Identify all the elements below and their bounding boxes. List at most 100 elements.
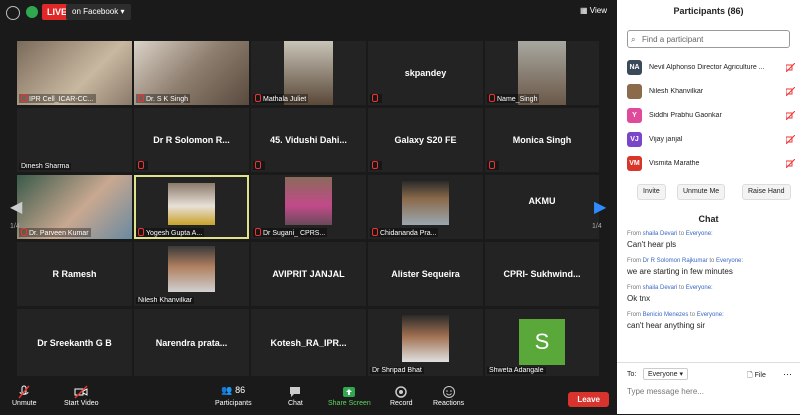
view-label: View (589, 6, 607, 15)
video-tile[interactable]: Mathala Juliet (251, 41, 366, 105)
video-off-icon (74, 385, 88, 399)
participant-search-input[interactable]: ⌕ Find a participant (627, 30, 790, 48)
participant-name: Mathala Juliet (253, 94, 309, 103)
chat-button[interactable]: Chat (288, 385, 303, 407)
file-button[interactable]: 🗋 File (747, 371, 766, 382)
top-bar: LIVE on Facebook ▾ ▦ View (0, 0, 617, 24)
participant-mute-indicator (370, 94, 382, 103)
video-tile[interactable]: Monica Singh (485, 108, 599, 172)
avatar (627, 84, 642, 99)
participant-name: Yogesh Gupta A... (136, 228, 205, 237)
chat-message: From shaila Devari to Everyone: Can't he… (627, 231, 713, 249)
participant-mute-indicator (253, 161, 265, 170)
to-label: To: (627, 371, 637, 378)
video-tile[interactable]: AVIPRIT JANJAL (251, 242, 366, 306)
video-tile[interactable]: Dinesh Sharma (17, 108, 132, 172)
video-tile[interactable]: Dr Shripad Bhat (368, 309, 483, 376)
video-tile[interactable]: Narendra prata... (134, 309, 249, 376)
video-tile[interactable]: AKMU (485, 175, 599, 239)
reactions-button[interactable]: Reactions (433, 385, 464, 407)
page-indicator-right: 1/4 (592, 223, 602, 230)
participant-mute-indicator (487, 161, 499, 170)
video-tile-active-speaker[interactable]: Yogesh Gupta A... (134, 175, 249, 239)
facebook-label: on Facebook (72, 7, 119, 16)
recipient-select[interactable]: Everyone ▾ (643, 368, 689, 380)
unmute-me-button[interactable]: Unmute Me (677, 184, 726, 200)
participant-name: Dinesh Sharma (19, 163, 72, 170)
video-tile[interactable]: Kotesh_RA_IPR... (251, 309, 366, 376)
record-button[interactable]: Record (390, 385, 413, 407)
video-tile[interactable]: Dr. S K Singh (134, 41, 249, 105)
video-tile[interactable]: S Shweta Adangale (485, 309, 599, 376)
video-tile[interactable]: Dr. Parveen Kumar (17, 175, 132, 239)
participant-display-name: Dr Sreekanth G B (37, 337, 112, 348)
unmute-button[interactable]: Unmute (12, 385, 37, 407)
video-tile[interactable]: Nilesh Khanvilkar (134, 242, 249, 306)
participants-icon: 👥 86 (221, 385, 246, 395)
participant-name: Dr. S K Singh (136, 94, 191, 103)
participant-name: Nilesh Khanvilkar (136, 297, 195, 304)
chat-icon (290, 387, 301, 397)
participant-display-name: Narendra prata... (155, 337, 228, 348)
video-tile[interactable]: skpandey (368, 41, 483, 105)
share-screen-icon (343, 387, 356, 397)
participants-button[interactable]: 👥 86 Participants (215, 385, 252, 407)
raise-hand-button[interactable]: Raise Hand (742, 184, 791, 200)
video-off-icon (786, 135, 795, 144)
participant-row[interactable]: Y Siddhi Prabhu Gaonkar (625, 104, 795, 128)
video-tile[interactable]: Dr Sugani_ CPRS... (251, 175, 366, 239)
participant-name: Dr Shripad Bhat (370, 367, 424, 374)
participants-title: Participants (86) (673, 6, 744, 16)
chat-messages: From shaila Devari to Everyone: Can't he… (627, 231, 795, 339)
video-tile[interactable]: Name_Singh (485, 41, 599, 105)
video-tile[interactable]: 45. Vidushi Dahi... (251, 108, 366, 172)
participant-name: Chidananda Pra... (370, 228, 439, 237)
participant-display-name: Galaxy S20 FE (394, 135, 457, 145)
participant-display-name: R Ramesh (52, 269, 97, 279)
facebook-stream-dropdown[interactable]: on Facebook ▾ (66, 4, 131, 20)
chat-message: From Benicio Menezes to Everyone: can't … (627, 312, 724, 330)
video-off-icon (786, 87, 795, 96)
video-off-icon (786, 159, 795, 168)
video-tile[interactable]: IPR Cell_ICAR-CC... (17, 41, 132, 105)
message-input[interactable]: Type message here... (627, 387, 704, 396)
video-tile[interactable]: CPRI- Sukhwind... (485, 242, 599, 306)
participant-row[interactable]: Nilesh Khanvilkar (625, 80, 795, 104)
more-icon[interactable]: ⋯ (783, 369, 792, 380)
toolbar: Unmute Start Video 👥 86 Participants Cha… (0, 383, 617, 414)
video-off-icon (786, 63, 795, 72)
shield-icon[interactable] (26, 6, 38, 18)
search-icon: ⌕ (631, 35, 636, 44)
participant-row[interactable]: NA Nevil Alphonso Director Agriculture .… (625, 56, 795, 80)
video-tile[interactable]: R Ramesh (17, 242, 132, 306)
view-button[interactable]: ▦ View (580, 6, 607, 15)
invite-button[interactable]: Invite (637, 184, 666, 200)
reactions-icon (442, 386, 455, 398)
participant-display-name: skpandey (404, 68, 447, 78)
page-indicator-left: 1/4 (10, 223, 20, 230)
participant-display-name: 45. Vidushi Dahi... (270, 135, 347, 145)
avatar: S (519, 319, 565, 365)
video-tile[interactable]: Chidananda Pra... (368, 175, 483, 239)
next-page-arrow[interactable]: ▶ (594, 197, 606, 217)
video-tile[interactable]: Galaxy S20 FE (368, 108, 483, 172)
participant-display-name: Alister Sequeira (391, 269, 460, 279)
participant-actions: Invite Unmute Me Raise Hand (617, 184, 800, 200)
leave-button[interactable]: Leave (568, 392, 609, 407)
video-tile[interactable]: Dr R Solomon R... (134, 108, 249, 172)
prev-page-arrow[interactable]: ◀ (10, 197, 22, 217)
avatar: Y (627, 108, 642, 123)
video-off-icon (786, 111, 795, 120)
info-icon[interactable] (6, 6, 20, 20)
participant-name: Dr Sugani_ CPRS... (253, 228, 328, 237)
video-tile[interactable]: Dr Sreekanth G B (17, 309, 132, 376)
record-icon (395, 386, 408, 398)
participant-row[interactable]: VM Vismita Marathe (625, 152, 795, 176)
start-video-button[interactable]: Start Video (64, 385, 99, 407)
share-screen-button[interactable]: Share Screen (328, 385, 371, 407)
chat-message: From Dr R Solomon Rajkumar to Everyone: … (627, 258, 744, 276)
participant-name: Dr. Parveen Kumar (19, 228, 91, 237)
participant-row[interactable]: VJ Vijay janjal (625, 128, 795, 152)
participant-display-name: Kotesh_RA_IPR... (270, 337, 347, 348)
video-tile[interactable]: Alister Sequeira (368, 242, 483, 306)
